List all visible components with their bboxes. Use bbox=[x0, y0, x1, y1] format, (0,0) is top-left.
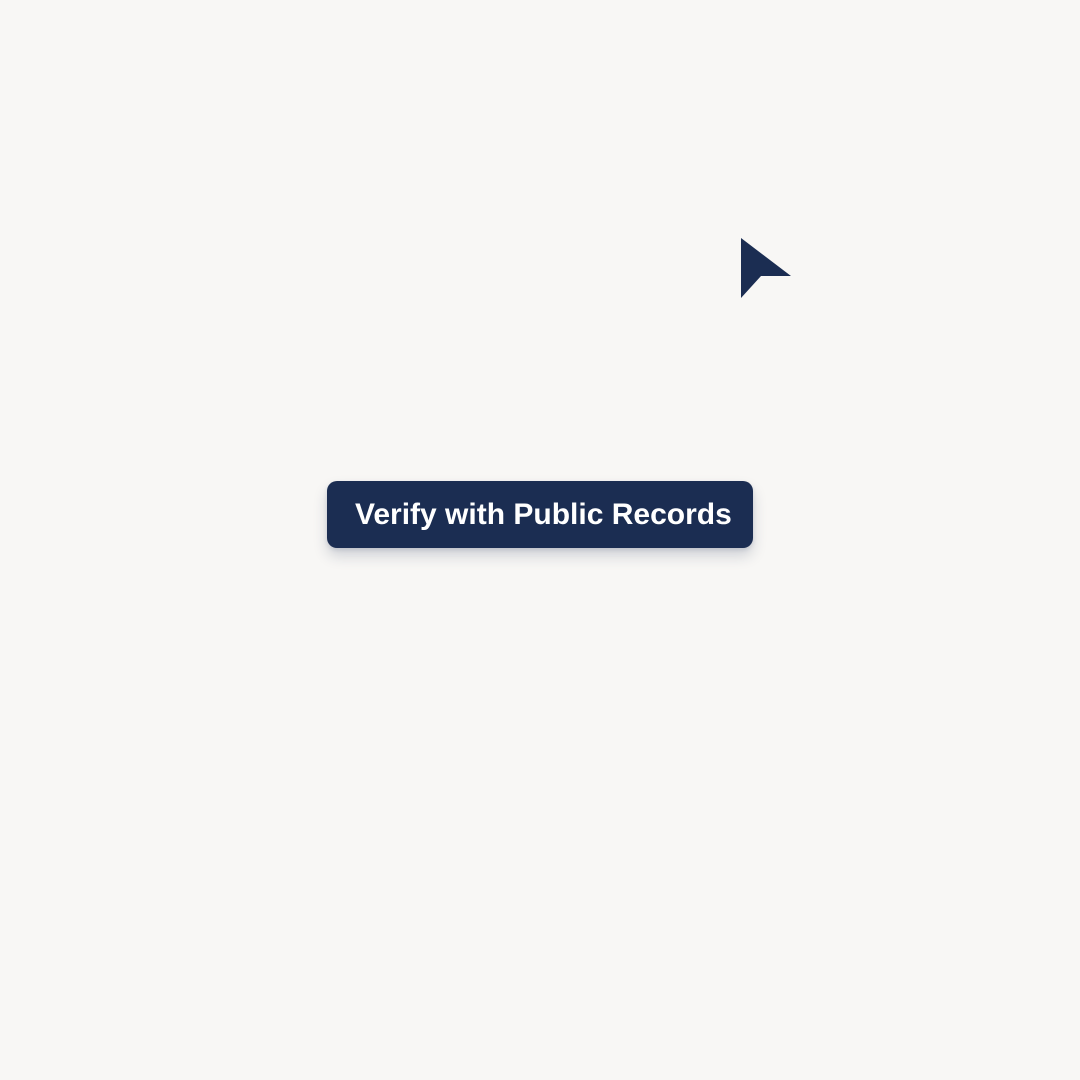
canvas: Verify with Public Records bbox=[0, 0, 1080, 1080]
verify-public-records-button[interactable]: Verify with Public Records bbox=[327, 481, 753, 548]
mouse-pointer-icon bbox=[740, 238, 792, 300]
